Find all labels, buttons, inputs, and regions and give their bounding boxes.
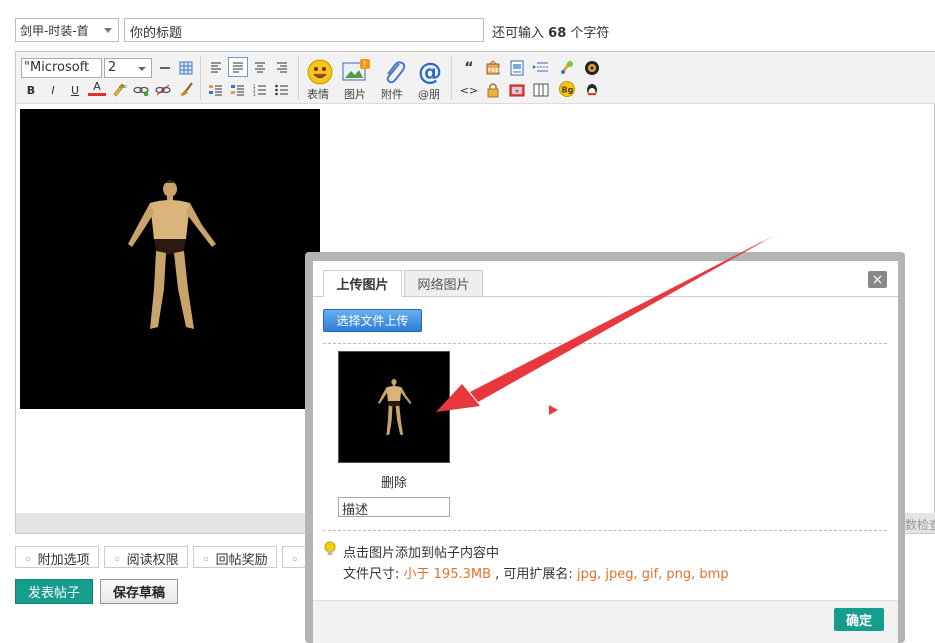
close-icon[interactable]: × [868,271,887,288]
read-permission-button[interactable]: 阅读权限 [104,546,188,568]
unlink-icon[interactable] [154,81,172,99]
at-icon[interactable]: @ [416,58,444,86]
page-break-icon[interactable] [532,59,550,77]
bg-color-icon[interactable]: abc [110,80,128,98]
attach-label[interactable]: 附件 [381,86,403,102]
table-icon[interactable] [177,59,195,77]
dialog-divider [323,343,887,344]
ext-value: jpg, jpeg, gif, png, bmp [576,567,729,582]
ext-prefix: , 可用扩展名: [495,567,573,582]
dialog-footer [313,600,898,643]
save-draft-button[interactable]: 保存草稿 [100,579,178,604]
link-icon[interactable] [132,81,150,99]
puzzle-icon[interactable] [558,59,576,77]
lock-icon[interactable] [484,81,502,99]
svg-text:3: 3 [253,92,256,96]
image-label[interactable]: 图片 [344,86,366,102]
qq-icon[interactable] [583,81,601,99]
char-counter-prefix: 还可输入 [492,26,545,41]
code-button[interactable]: <> [460,81,478,99]
figure-model-icon [128,180,216,329]
chevron-down-icon [104,28,112,33]
confirm-button[interactable]: 确定 [834,608,884,631]
page-icon[interactable] [508,59,526,77]
svg-text:!: ! [363,60,366,69]
bold-button[interactable]: B [22,81,40,99]
char-counter: 还可输入 68 个字符 [492,22,609,41]
align-right-icon[interactable] [273,58,291,76]
bg-badge-text: Bg [562,86,574,95]
choose-file-button[interactable]: 选择文件上传 [323,309,422,332]
download-icon[interactable] [508,81,526,99]
align-left-icon[interactable] [207,58,225,76]
post-thread-button[interactable]: 发表帖子 [15,579,93,604]
emoji-label[interactable]: 表情 [307,86,329,102]
align-center-icon[interactable] [251,58,269,76]
size-value: 小于 195.3MB [403,567,492,582]
bullet-list-icon[interactable] [273,81,291,99]
uploaded-image-thumbnail[interactable] [338,351,450,463]
size-prefix: 文件尺寸: [343,567,400,582]
image-icon[interactable]: ! [342,58,372,86]
underline-button[interactable]: U [66,81,84,99]
delete-image-link[interactable]: 删除 [338,472,450,491]
figure-model-icon [378,378,412,436]
font-size-value: 2 [108,60,117,75]
svg-text:abc: abc [119,84,127,90]
char-counter-number: 68 [548,26,567,41]
unordered-list-icon[interactable] [229,81,247,99]
ordered-list-icon[interactable] [207,81,225,99]
toolbar-divider [200,56,201,100]
font-family-select[interactable]: "Microsoft [21,58,102,78]
font-size-select[interactable]: 2 [104,58,152,78]
svg-text:@: @ [418,59,442,85]
at-label[interactable]: @朋 [418,86,440,102]
lightbulb-icon [324,541,336,560]
tab-web-image[interactable]: 网络图片 [404,270,483,297]
quote-button[interactable]: “ [460,59,478,77]
category-select[interactable]: 剑甲-时装-首 [15,18,119,42]
chevron-down-icon [138,67,146,71]
italic-button[interactable]: I [44,81,62,99]
insert-hint-text: 点击图片添加到帖子内容中 [343,546,500,561]
free-icon[interactable]: FREE [484,59,502,77]
media-icon[interactable] [583,59,601,77]
category-select-value: 剑甲-时装-首 [20,24,89,38]
title-input-value: 你的标题 [130,26,183,41]
toolbar-divider [298,56,299,100]
char-counter-suffix: 个字符 [570,26,610,41]
background-icon[interactable]: Bg [558,80,576,98]
font-color-button[interactable]: A [88,80,106,96]
description-placeholder: 描述 [342,503,369,518]
tab-upload-image[interactable]: 上传图片 [323,270,402,297]
svg-text:FREE: FREE [488,68,501,74]
clear-format-icon[interactable] [177,80,195,98]
columns-icon[interactable] [532,81,550,99]
horizontal-rule-icon[interactable] [156,59,174,77]
align-justify-icon[interactable] [228,57,248,77]
emoji-icon[interactable] [306,58,334,86]
numbered-list-icon[interactable]: 123 [251,81,269,99]
title-input[interactable]: 你的标题 [124,18,484,42]
extra-options-button[interactable]: 附加选项 [15,546,99,568]
reply-reward-button[interactable]: 回帖奖励 [193,546,277,568]
image-description-input[interactable]: 描述 [338,497,450,518]
dialog-divider [323,530,887,531]
editor-inserted-image[interactable] [20,109,320,409]
font-family-value: "Microsoft [24,60,90,75]
toolbar-divider [451,56,452,100]
paperclip-icon[interactable] [380,58,408,86]
file-size-info: 文件尺寸: 小于 195.3MB , 可用扩展名: jpg, jpeg, gif… [343,563,729,582]
